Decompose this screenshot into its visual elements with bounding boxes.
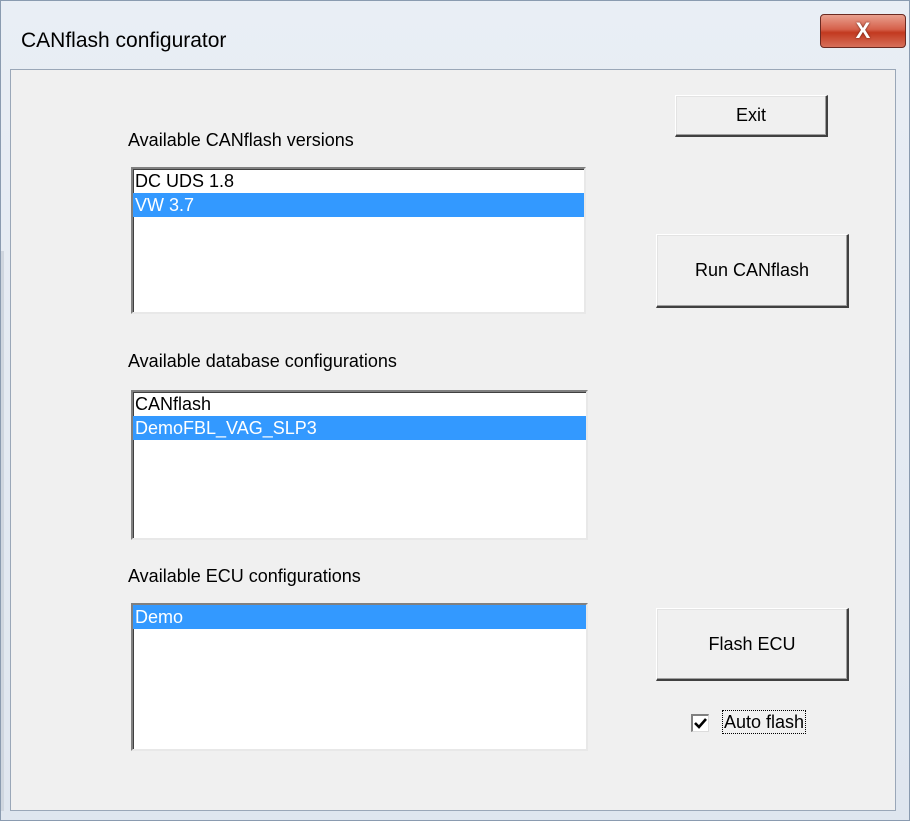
databases-item[interactable]: DemoFBL_VAG_SLP3 (133, 416, 586, 440)
checkmark-icon (694, 718, 707, 729)
window-edge (1, 251, 4, 811)
run-canflash-button[interactable]: Run CANflash (656, 234, 849, 308)
versions-item[interactable]: VW 3.7 (133, 193, 584, 217)
dialog-client-area: Available CANflash versions DC UDS 1.8 V… (10, 69, 896, 811)
flash-ecu-button[interactable]: Flash ECU (656, 608, 849, 681)
dialog-window: CANflash configurator X Available CANfla… (0, 0, 910, 821)
ecus-label: Available ECU configurations (128, 566, 361, 586)
versions-item[interactable]: DC UDS 1.8 (133, 169, 584, 193)
window-title: CANflash configurator (21, 29, 227, 52)
auto-flash-checkbox[interactable] (691, 714, 709, 732)
auto-flash-label[interactable]: Auto flash (722, 710, 807, 734)
versions-listbox[interactable]: DC UDS 1.8 VW 3.7 (131, 167, 586, 314)
close-button[interactable]: X (820, 14, 906, 48)
close-icon: X (855, 18, 871, 43)
versions-label: Available CANflash versions (128, 130, 354, 150)
ecus-item[interactable]: Demo (133, 605, 586, 629)
databases-item[interactable]: CANflash (133, 392, 586, 416)
databases-listbox[interactable]: CANflash DemoFBL_VAG_SLP3 (131, 390, 588, 540)
databases-label: Available database configurations (128, 351, 397, 371)
exit-button[interactable]: Exit (675, 95, 828, 137)
ecus-listbox[interactable]: Demo (131, 603, 588, 751)
